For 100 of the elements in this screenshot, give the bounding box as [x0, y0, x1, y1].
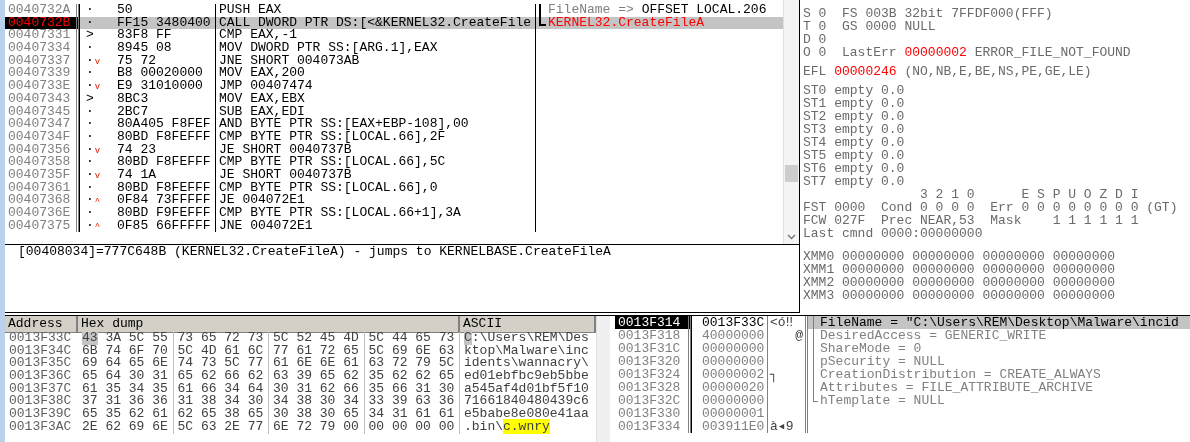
byte-cell: 36: [152, 395, 168, 409]
byte-cell: 72: [391, 357, 408, 371]
byte-cell: 5C: [438, 357, 455, 371]
address-cell-text: 0013F38C: [8, 395, 73, 409]
row-marker: ·: [86, 219, 94, 233]
byte-cell: 62: [415, 370, 431, 383]
row-marker: >: [86, 29, 94, 43]
byte-cell: 38: [200, 395, 217, 409]
hex-cell-text: 74 1A: [116, 168, 157, 182]
instruction-cell: MOV EAX,200: [215, 67, 535, 81]
row-marker: ·: [86, 118, 94, 131]
byte-cell: 64: [105, 370, 121, 383]
instruction-cell: JE SHORT 0040737B: [215, 143, 535, 157]
byte-cell: 65: [200, 408, 217, 421]
register-line: ST5 empty 0.0: [803, 149, 906, 162]
byte-cell: 65: [82, 370, 98, 383]
byte-cell: 65: [319, 370, 336, 383]
byte-cell: 5C: [273, 332, 289, 345]
scrollbar[interactable]: [783, 0, 799, 244]
column-header[interactable]: ASCII: [460, 316, 596, 333]
byte-cell: 30: [247, 395, 264, 409]
byte-cell: 30: [319, 408, 336, 421]
byte-cell: 00: [343, 420, 359, 434]
byte-cell: 6E: [152, 357, 168, 371]
byte-cell: 00: [438, 420, 455, 434]
byte-cell: 5C: [224, 357, 240, 371]
comment-cell: CreationDistribution = CREATE_ALWAYS: [820, 368, 1101, 381]
value-cell: 003911E0: [691, 420, 768, 433]
scrollbar[interactable]: [596, 316, 610, 442]
address-cell-text: 0013F39C: [8, 408, 73, 421]
address-cell: 0013F318: [615, 329, 691, 342]
byte-cell: 30: [128, 370, 145, 383]
byte-cell: 5C: [368, 344, 385, 358]
byte-cell: 34: [273, 395, 289, 409]
byte-cell: 35: [368, 370, 385, 383]
byte-cell: 63: [200, 420, 217, 434]
instruction-cell: CMP BYTE PTR SS:[LOCAL.66],0: [215, 181, 535, 195]
hex-cell-text: 83F8 FF: [116, 29, 173, 43]
address-cell-text: 0013F37C: [8, 382, 73, 396]
jump-arrow: ^: [94, 197, 101, 207]
byte-cell: 34: [224, 382, 240, 396]
ascii-cell: à◂9: [770, 419, 794, 434]
byte-cell: 44: [391, 332, 408, 345]
byte-cell: 34: [224, 395, 240, 409]
jump-arrow: ^: [94, 223, 101, 233]
row-marker: ·: [86, 4, 94, 17]
byte-cell: 31: [177, 395, 194, 409]
byte-cell: 61: [415, 408, 431, 421]
byte-cell: 79: [415, 357, 431, 371]
column-header[interactable]: Hex dump: [78, 316, 460, 333]
row-marker: ·: [86, 67, 94, 81]
row-marker: ·: [86, 16, 94, 30]
instruction-cell: MOV EAX,EBX: [215, 92, 535, 106]
column-header[interactable]: Address: [5, 316, 78, 333]
address-cell: 0013F32C: [615, 394, 691, 407]
hex-cell-text: 8BC3: [116, 92, 150, 106]
byte-cell: 72: [319, 344, 336, 358]
scroll-thumb[interactable]: [785, 165, 798, 182]
hex-cell-text: 50: [116, 4, 134, 17]
instruction-cell: CMP BYTE PTR SS:[LOCAL.66+1],3A: [215, 207, 535, 220]
byte-cell: 6E: [152, 420, 168, 434]
byte-cell: 64: [105, 357, 121, 371]
jump-arrow: v: [94, 146, 101, 156]
byte-cell: 66: [343, 382, 359, 396]
byte-cell: 31: [391, 408, 408, 421]
row-marker: ·: [86, 42, 94, 55]
address-cell: 0013F314: [615, 316, 691, 329]
byte-cell: 61: [224, 344, 240, 358]
byte-cell: 43: [82, 332, 98, 345]
byte-cell: 36: [128, 395, 145, 409]
scroll-down-icon[interactable]: [787, 234, 796, 240]
address-cell: 00407358: [5, 156, 79, 169]
hex-cell-text: 0F85 66FFFFF: [116, 219, 212, 233]
address-cell: 0040734F: [5, 130, 79, 144]
register-line: FCW 027F Prec NEAR,53 Mask 1 1 1 1 1 1: [803, 214, 1140, 227]
byte-cell: 62: [247, 370, 264, 383]
hex-cell-text: 80BD F8FEFFF: [116, 156, 212, 169]
byte-cell: 33: [368, 395, 385, 409]
byte-cell: 65: [247, 408, 264, 421]
byte-cell: 66: [224, 370, 240, 383]
instruction-cell: PUSH EAX: [215, 4, 535, 17]
byte-cell: 62: [200, 370, 217, 383]
register-line: O 0 LastErr 00000002 ERROR_FILE_NOT_FOUND: [803, 46, 1132, 59]
byte-cell: 69: [391, 344, 408, 358]
register-line: FST 0000 Cond 0 0 0 0 Err 0 0 0 0 0 0 0 0 (GT): [803, 201, 1179, 214]
hex-cell-text: 8945 08: [116, 42, 173, 55]
register-line: XMM0 00000000 00000000 00000000 00000000: [803, 250, 1117, 263]
byte-cell: 73: [200, 357, 217, 371]
comment-cell: ShareMode = 0: [820, 342, 922, 355]
byte-cell: 61: [82, 382, 98, 396]
hex-cell-text: 2BC7: [116, 105, 149, 119]
row-marker: ·: [86, 105, 94, 119]
comment-cell: Attributes = FILE_ATTRIBUTE_ARCHIVE: [820, 381, 1094, 394]
register-line: ST6 empty 0.0: [803, 162, 906, 175]
byte-cell: 31: [415, 382, 431, 396]
byte-cell: 73: [247, 332, 264, 345]
address-cell: 0013F320: [615, 355, 691, 368]
register-line: XMM3 00000000 00000000 00000000 00000000: [803, 289, 1117, 302]
byte-cell: 31: [296, 382, 312, 396]
value-cell: 40000000: [691, 329, 768, 342]
